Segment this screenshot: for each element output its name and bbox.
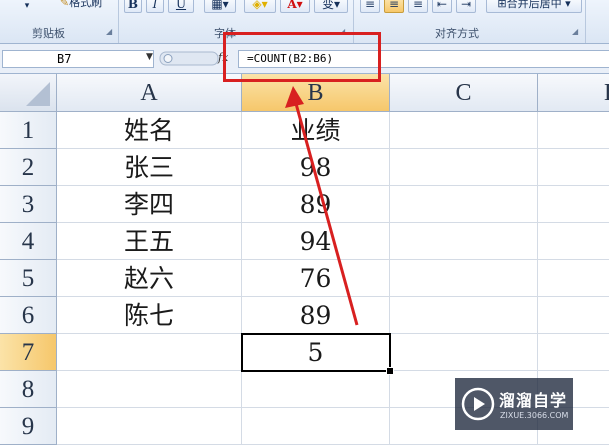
watermark-subtitle: ZIXUE.3066.COM <box>500 411 569 420</box>
play-logo-icon <box>461 387 495 421</box>
watermark-title: 溜溜自学 <box>499 391 568 410</box>
watermark-logo: 溜溜自学 ZIXUE.3066.COM <box>455 378 573 430</box>
arrow-head-icon <box>285 86 304 108</box>
